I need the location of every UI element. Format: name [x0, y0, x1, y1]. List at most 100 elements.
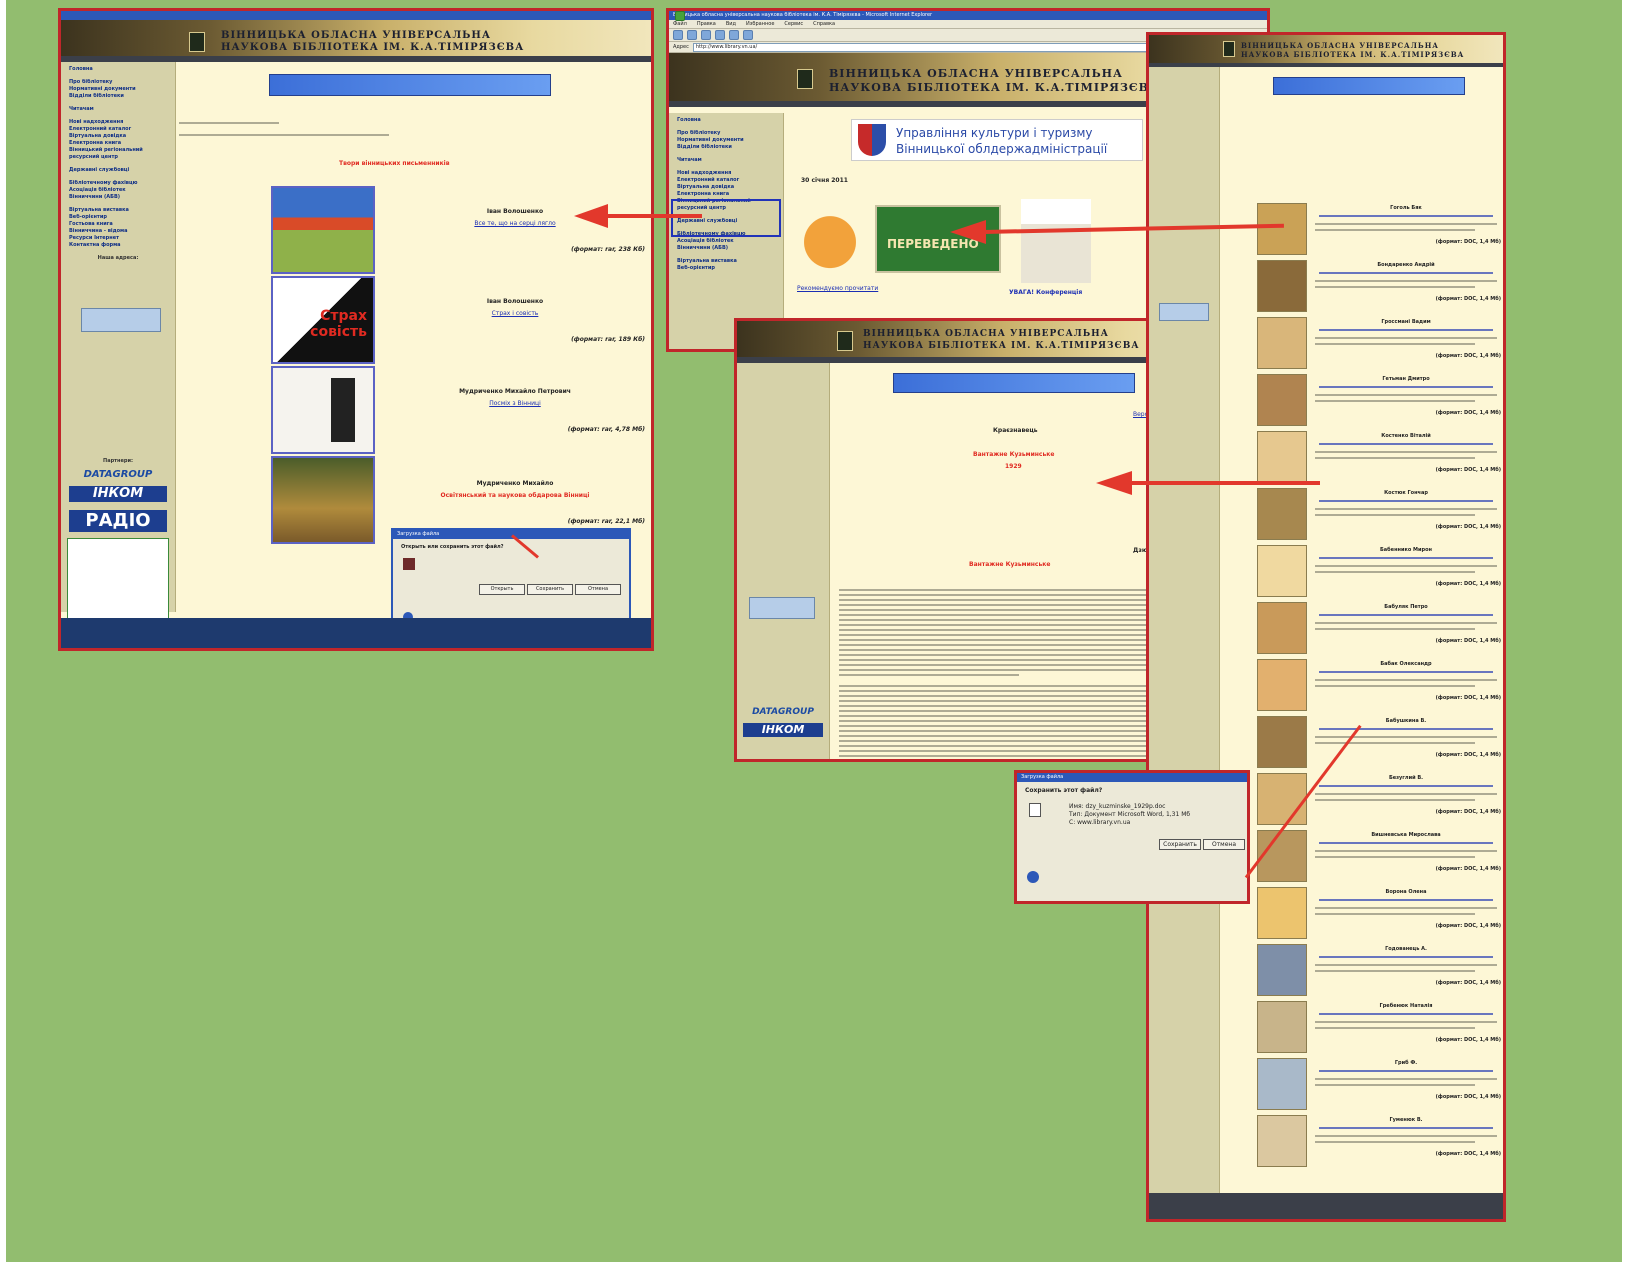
book-thumbnail[interactable]	[1257, 944, 1307, 996]
menu-item[interactable]: Правка	[697, 21, 716, 27]
back-button[interactable]	[675, 11, 685, 21]
sidebar-item[interactable]: Асоціація бібліотек	[669, 238, 783, 245]
sidebar-item[interactable]: Читачам	[61, 106, 175, 113]
sidebar-item[interactable]: Головна	[669, 117, 783, 124]
menu-item[interactable]: Файл	[673, 21, 687, 27]
sidebar-item[interactable]: Головна	[61, 66, 175, 73]
refresh-button[interactable]	[701, 30, 711, 40]
save-button[interactable]: Сохранить	[1159, 839, 1201, 850]
book-author: Бабак Олександр	[1380, 661, 1432, 667]
virtual-library-banner[interactable]	[1273, 77, 1465, 95]
sidebar-item[interactable]: Державні службовці	[61, 167, 175, 174]
menu-item[interactable]: Сервис	[784, 21, 803, 27]
sidebar-item[interactable]: Ресурси Інтернет	[61, 235, 175, 242]
book-thumbnail[interactable]	[1257, 887, 1307, 939]
menu-item[interactable]: Избранное	[746, 21, 774, 27]
sidebar-item[interactable]: Про бібліотеку	[61, 79, 175, 86]
menu-item[interactable]: Вид	[726, 21, 736, 27]
sidebar-item[interactable]: Про бібліотеку	[669, 130, 783, 137]
sidebar-item[interactable]: ресурсний центр	[61, 154, 175, 161]
book-list-content: Гоголь Бяк (формат: DOC, 1,4 Мб) Бондаренк…	[1223, 67, 1503, 1197]
document-file-icon	[1029, 803, 1041, 817]
article-title[interactable]: Вантажне Кузьминське	[973, 451, 1054, 458]
book-thumbnail[interactable]	[1257, 203, 1307, 255]
sidebar-item[interactable]: Читачам	[669, 157, 783, 164]
book-thumbnail[interactable]	[1257, 1058, 1307, 1110]
sidebar-item[interactable]: Нормативні документи	[61, 86, 175, 93]
book-cover-3[interactable]	[271, 366, 375, 454]
book-thumbnail[interactable]	[1257, 488, 1307, 540]
book-cover-1[interactable]	[271, 186, 375, 274]
book-thumbnail[interactable]	[1257, 374, 1307, 426]
book-thumbnail[interactable]	[1257, 431, 1307, 483]
sidebar-item[interactable]: Віртуальна довідка	[669, 184, 783, 191]
forward-button[interactable]	[673, 30, 683, 40]
sidebar-item[interactable]: Відділи бібліотеки	[669, 144, 783, 151]
book-thumbnail[interactable]	[1257, 1001, 1307, 1053]
book-title-link[interactable]: Страх і совість	[385, 310, 645, 317]
book-thumbnail[interactable]	[1257, 716, 1307, 768]
sidebar-item[interactable]: Електронний каталог	[669, 177, 783, 184]
partner-datagroup[interactable]: DATAGROUP	[69, 469, 167, 480]
sidebar-item[interactable]: Відділи бібліотеки	[61, 93, 175, 100]
sidebar-item[interactable]: Вінниччини (АБВ)	[61, 194, 175, 201]
cancel-button[interactable]: Отмена	[1203, 839, 1245, 850]
sidebar-item[interactable]: Віртуальна виставка	[669, 258, 783, 265]
save-button[interactable]: Сохранить	[527, 584, 573, 595]
sidebar-item[interactable]: Бібліотечному фахівцю	[61, 180, 175, 187]
text-line	[1315, 907, 1497, 909]
book-title-link[interactable]: Посміх з Вінниці	[385, 400, 645, 407]
book-thumbnail[interactable]	[1257, 659, 1307, 711]
sidebar	[1149, 67, 1220, 1197]
sidebar-item[interactable]: Вінниччина - відома	[61, 228, 175, 235]
virtual-library-banner[interactable]	[269, 74, 551, 96]
dialog-question: Открыть или сохранить этот файл?	[401, 544, 504, 550]
partner-incom[interactable]: ІНКОМ	[743, 723, 823, 737]
recommend-link[interactable]: Рекомендуємо прочитати	[797, 285, 878, 292]
home-button[interactable]	[715, 30, 725, 40]
dialog-question: Сохранить этот файл?	[1025, 787, 1103, 794]
text-line	[1315, 1027, 1475, 1029]
sidebar-item[interactable]: Віртуальна довідка	[61, 133, 175, 140]
sidebar-item[interactable]: Нормативні документи	[669, 137, 783, 144]
sidebar-item[interactable]: Віртуальна виставка	[61, 207, 175, 214]
sidebar-item[interactable]: Контактна форма	[61, 242, 175, 249]
sidebar-item[interactable]: Вінницький регіональний	[61, 147, 175, 154]
sidebar-item[interactable]: Веб-орієнтир	[61, 214, 175, 221]
open-button[interactable]: Открыть	[479, 584, 525, 595]
sidebar-item[interactable]: Вінниччини (АБВ)	[669, 245, 783, 252]
book-thumbnail[interactable]	[1257, 545, 1307, 597]
book-mascot-image[interactable]	[795, 197, 865, 279]
sidebar-item[interactable]: Електронний каталог	[61, 126, 175, 133]
book-thumbnail[interactable]	[1257, 260, 1307, 312]
sidebar-item[interactable]: Гостьова книга	[61, 221, 175, 228]
favorites-button[interactable]	[743, 30, 753, 40]
book-thumbnail[interactable]	[1257, 830, 1307, 882]
search-button[interactable]	[729, 30, 739, 40]
book-thumbnail[interactable]	[1257, 317, 1307, 369]
stop-button[interactable]	[687, 30, 697, 40]
menu-item[interactable]: Справка	[813, 21, 835, 27]
book-thumbnail[interactable]	[1257, 602, 1307, 654]
book-author: Годованець А.	[1385, 946, 1427, 952]
partner-datagroup[interactable]: DATAGROUP	[743, 707, 823, 717]
culture-banner[interactable]: Управління культури і туризму Вінницької…	[851, 119, 1143, 161]
sidebar-item[interactable]: Асоціація бібліотек	[61, 187, 175, 194]
book-thumbnail[interactable]	[1257, 773, 1307, 825]
file-format: (формат: DOC, 1,4 Мб)	[1435, 980, 1501, 986]
book-thumbnail[interactable]	[1257, 1115, 1307, 1167]
sidebar-item[interactable]: Електронна книга	[61, 140, 175, 147]
sidebar-item[interactable]: Нові надходження	[669, 170, 783, 177]
book-cover-2[interactable]: Страх совість	[271, 276, 375, 364]
cancel-button[interactable]: Отмена	[575, 584, 621, 595]
sidebar-item[interactable]: Електронна книга	[669, 191, 783, 198]
sidebar-item[interactable]: Веб-орієнтир	[669, 265, 783, 272]
conference-caption[interactable]: УВАГА! Конференція	[1009, 289, 1082, 296]
partner-radio[interactable]: РАДІО	[69, 510, 167, 532]
book-cover-4[interactable]	[271, 456, 375, 544]
virtual-library-banner[interactable]	[893, 373, 1135, 393]
book-title-link[interactable]: Освітянський та наукова обдарова Вінниці	[385, 492, 645, 499]
sidebar-item[interactable]: Нові надходження	[61, 119, 175, 126]
church-image[interactable]	[1021, 199, 1091, 283]
partner-incom[interactable]: ІНКОМ	[69, 486, 167, 502]
